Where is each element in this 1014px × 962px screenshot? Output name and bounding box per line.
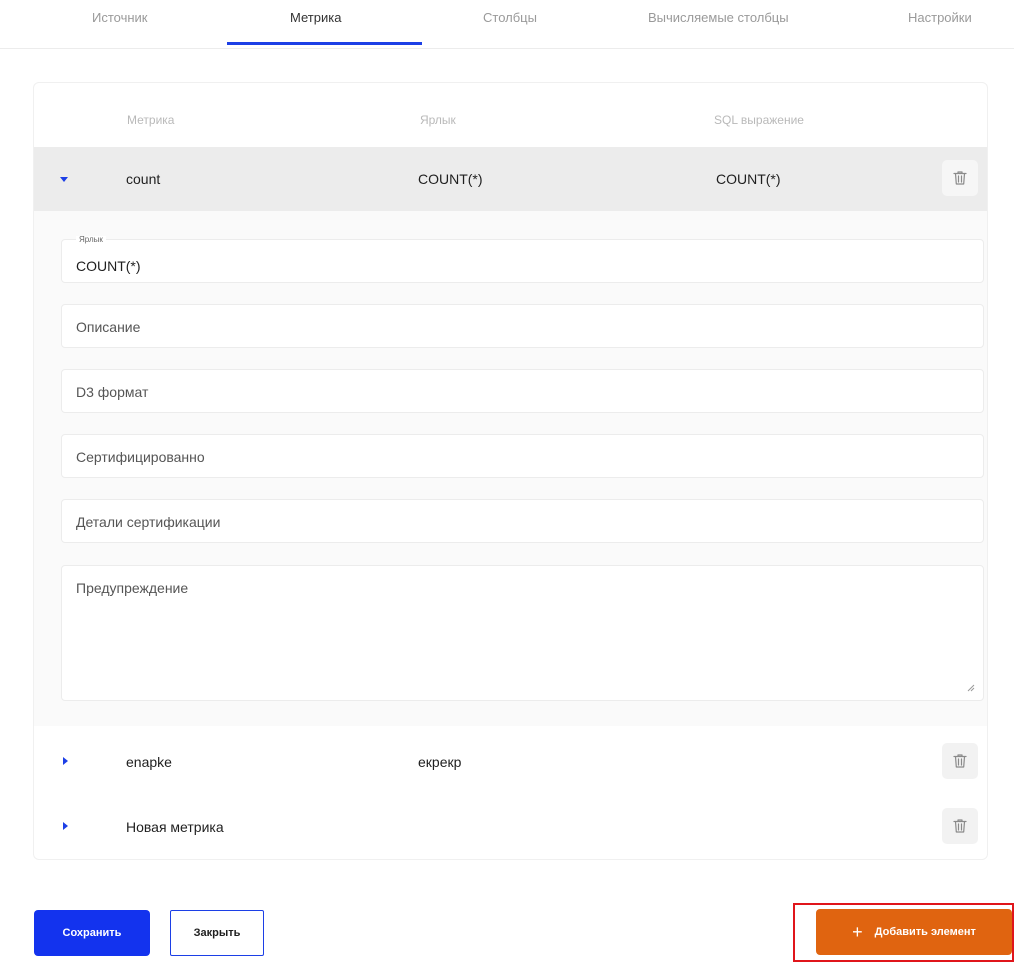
column-header-label: Ярлык [420, 113, 456, 127]
resize-handle-icon[interactable] [967, 684, 975, 692]
tab-columns[interactable]: Столбцы [483, 10, 537, 25]
add-item-label: Добавить элемент [874, 926, 976, 938]
add-item-button[interactable]: + Добавить элемент [816, 909, 1012, 955]
certification-details-placeholder: Детали сертификации [76, 514, 221, 530]
metrics-table: Метрика Ярлык SQL выражение count COUNT(… [33, 82, 988, 860]
active-tab-indicator [227, 42, 422, 45]
trash-icon [953, 819, 967, 833]
label-field[interactable]: Ярлык COUNT(*) [61, 236, 984, 283]
collapse-caret-icon[interactable] [60, 177, 68, 182]
table-row[interactable]: Новая метрика [34, 795, 987, 859]
delete-row-button[interactable] [942, 743, 978, 779]
table-row[interactable]: enapke екрекр [34, 730, 987, 794]
tab-bar: Источник Метрика Столбцы Вычисляемые сто… [0, 0, 1014, 49]
row-metric-name: enapke [126, 754, 172, 770]
certification-details-field[interactable]: Детали сертификации [61, 499, 984, 543]
label-field-caption: Ярлык [76, 236, 106, 244]
row-sql-expression: COUNT(*) [716, 171, 781, 187]
expand-caret-icon[interactable] [63, 757, 68, 765]
certified-placeholder: Сертифицированно [76, 449, 205, 465]
save-button[interactable]: Сохранить [34, 910, 150, 956]
metric-edit-panel: Ярлык COUNT(*) Описание D3 формат Сертиф… [34, 211, 987, 726]
expand-caret-icon[interactable] [63, 822, 68, 830]
column-header-sql: SQL выражение [714, 113, 804, 127]
delete-row-button[interactable] [942, 160, 978, 196]
tab-source[interactable]: Источник [92, 10, 148, 25]
delete-row-button[interactable] [942, 808, 978, 844]
certified-field[interactable]: Сертифицированно [61, 434, 984, 478]
d3-format-field[interactable]: D3 формат [61, 369, 984, 413]
warning-textarea[interactable]: Предупреждение [61, 565, 984, 701]
trash-icon [953, 754, 967, 768]
tab-metrics[interactable]: Метрика [290, 10, 341, 25]
close-button[interactable]: Закрыть [170, 910, 264, 956]
d3-format-placeholder: D3 формат [76, 384, 149, 400]
description-placeholder: Описание [76, 319, 141, 335]
row-metric-name: count [126, 171, 161, 187]
column-header-metric: Метрика [127, 113, 175, 127]
row-label: екрекр [418, 754, 462, 770]
label-field-value: COUNT(*) [76, 258, 141, 274]
table-row[interactable]: count COUNT(*) COUNT(*) [34, 147, 987, 211]
description-field[interactable]: Описание [61, 304, 984, 348]
plus-icon: + [852, 922, 863, 942]
tab-calculated-columns[interactable]: Вычисляемые столбцы [648, 10, 789, 25]
tab-settings[interactable]: Настройки [908, 10, 972, 25]
row-label: COUNT(*) [418, 171, 483, 187]
warning-placeholder: Предупреждение [76, 580, 189, 596]
trash-icon [953, 171, 967, 185]
row-metric-name: Новая метрика [126, 819, 224, 835]
table-header: Метрика Ярлык SQL выражение [34, 83, 987, 147]
